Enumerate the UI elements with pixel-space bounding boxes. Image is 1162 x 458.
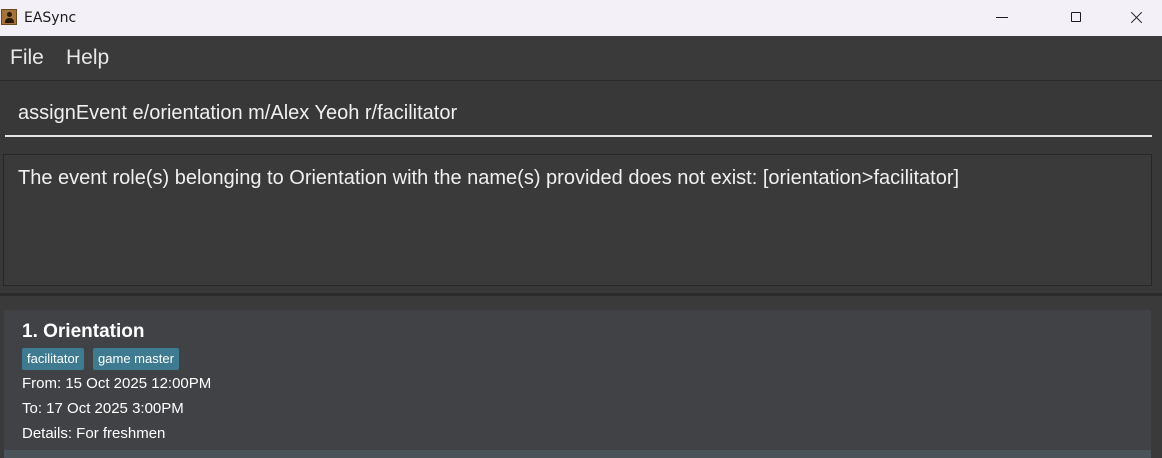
menu-help[interactable]: Help xyxy=(66,46,109,70)
command-box xyxy=(0,81,1162,147)
event-list[interactable]: 1. Orientation facilitator game master F… xyxy=(0,296,1162,458)
window-title: EASync xyxy=(24,10,77,26)
close-button[interactable] xyxy=(1112,0,1158,36)
event-card[interactable]: 1. Orientation facilitator game master F… xyxy=(4,310,1151,450)
command-input[interactable] xyxy=(5,91,1152,137)
maximize-icon xyxy=(1071,12,1081,22)
app-icon xyxy=(1,9,17,25)
result-display: The event role(s) belonging to Orientati… xyxy=(0,147,1162,295)
result-box[interactable]: The event role(s) belonging to Orientati… xyxy=(3,154,1152,286)
title-bar[interactable]: EASync xyxy=(0,0,1162,36)
event-from: From: 15 Oct 2025 12:00PM xyxy=(22,375,212,392)
role-tag: game master xyxy=(93,348,179,370)
event-to: To: 17 Oct 2025 3:00PM xyxy=(22,400,184,417)
menu-file[interactable]: File xyxy=(10,46,44,70)
role-tag: facilitator xyxy=(22,348,85,370)
menu-bar: File Help xyxy=(0,36,1162,81)
maximize-button[interactable] xyxy=(1054,0,1100,36)
app-window: EASync File Help The event role(s) belon… xyxy=(0,0,1162,458)
event-details: Details: For freshmen xyxy=(22,425,166,442)
list-divider xyxy=(4,450,1151,458)
result-message: The event role(s) belonging to Orientati… xyxy=(18,167,960,189)
event-title: 1. Orientation xyxy=(22,321,145,342)
event-roles: facilitator game master xyxy=(22,348,179,370)
minimize-button[interactable] xyxy=(981,0,1027,36)
minimize-icon xyxy=(996,17,1008,18)
